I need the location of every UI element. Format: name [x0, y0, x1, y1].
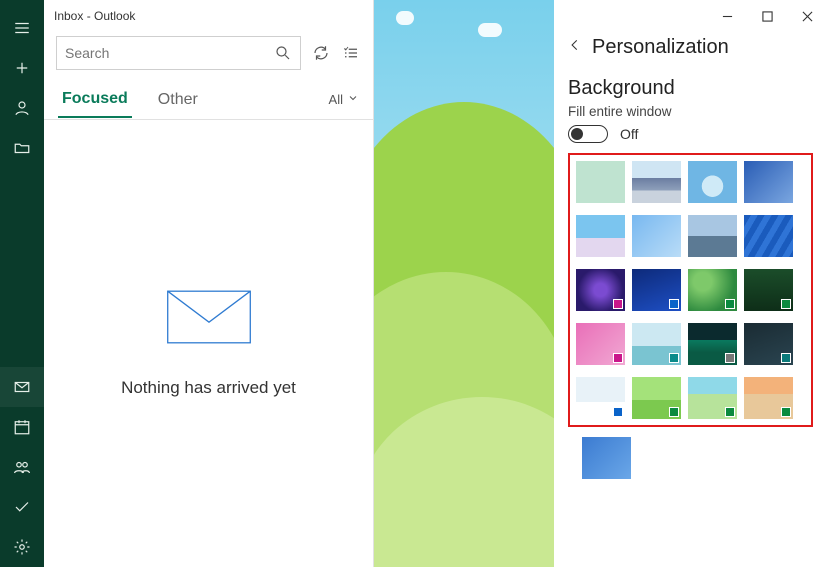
window-title: Inbox - Outlook [44, 0, 373, 32]
empty-state: Nothing has arrived yet [44, 120, 373, 567]
bg-thumb-3[interactable] [688, 161, 737, 203]
search-icon[interactable] [274, 44, 292, 62]
account-button[interactable] [0, 88, 44, 128]
bg-thumb-extra[interactable] [582, 437, 631, 479]
fill-window-toggle[interactable] [568, 125, 608, 143]
search-input[interactable] [65, 45, 274, 61]
fill-window-label: Fill entire window [568, 104, 813, 119]
search-box[interactable] [56, 36, 301, 70]
new-mail-button[interactable] [0, 48, 44, 88]
bg-thumb-17[interactable] [576, 377, 625, 419]
personalization-panel: Personalization Background Fill entire w… [554, 0, 827, 567]
app-root: Inbox - Outlook Focused Other All [0, 0, 827, 567]
select-mode-button[interactable] [341, 43, 361, 63]
back-button[interactable] [568, 38, 582, 57]
toolbar [44, 32, 373, 80]
refresh-button[interactable] [311, 43, 331, 63]
filter-label: All [329, 92, 343, 107]
todo-nav-button[interactable] [0, 487, 44, 527]
toggle-state-label: Off [620, 126, 638, 142]
background-thumbnails-highlight [568, 153, 813, 427]
filter-dropdown[interactable]: All [329, 92, 359, 107]
bg-thumb-13[interactable] [576, 323, 625, 365]
bg-thumb-2[interactable] [632, 161, 681, 203]
bg-thumb-4[interactable] [744, 161, 793, 203]
envelope-icon [166, 289, 252, 350]
bg-thumb-8[interactable] [744, 215, 793, 257]
wallpaper-area [374, 0, 554, 567]
calendar-nav-button[interactable] [0, 407, 44, 447]
bg-thumb-19[interactable] [688, 377, 737, 419]
bg-thumb-10[interactable] [632, 269, 681, 311]
bg-thumb-6[interactable] [632, 215, 681, 257]
nav-rail [0, 0, 44, 567]
close-button[interactable] [787, 2, 827, 30]
minimize-button[interactable] [707, 2, 747, 30]
settings-nav-button[interactable] [0, 527, 44, 567]
bg-thumb-16[interactable] [744, 323, 793, 365]
bg-thumb-7[interactable] [688, 215, 737, 257]
maximize-button[interactable] [747, 2, 787, 30]
tab-other[interactable]: Other [154, 83, 202, 117]
folder-button[interactable] [0, 128, 44, 168]
bg-thumb-9[interactable] [576, 269, 625, 311]
bg-thumb-14[interactable] [632, 323, 681, 365]
bg-thumb-20[interactable] [744, 377, 793, 419]
section-title: Background [568, 77, 813, 100]
panel-title: Personalization [592, 36, 729, 59]
bg-thumb-18[interactable] [632, 377, 681, 419]
bg-thumb-1[interactable] [576, 161, 625, 203]
bg-thumb-5[interactable] [576, 215, 625, 257]
inbox-pane: Inbox - Outlook Focused Other All [44, 0, 374, 567]
tab-row: Focused Other All [44, 80, 373, 120]
menu-button[interactable] [0, 8, 44, 48]
tab-focused[interactable]: Focused [58, 82, 132, 118]
empty-message: Nothing has arrived yet [121, 378, 296, 398]
window-controls [554, 0, 827, 32]
mail-nav-button[interactable] [0, 367, 44, 407]
bg-thumb-11[interactable] [688, 269, 737, 311]
bg-thumb-15[interactable] [688, 323, 737, 365]
chevron-down-icon [347, 92, 359, 107]
bg-thumb-12[interactable] [744, 269, 793, 311]
people-nav-button[interactable] [0, 447, 44, 487]
background-thumbnail-grid [576, 161, 805, 419]
